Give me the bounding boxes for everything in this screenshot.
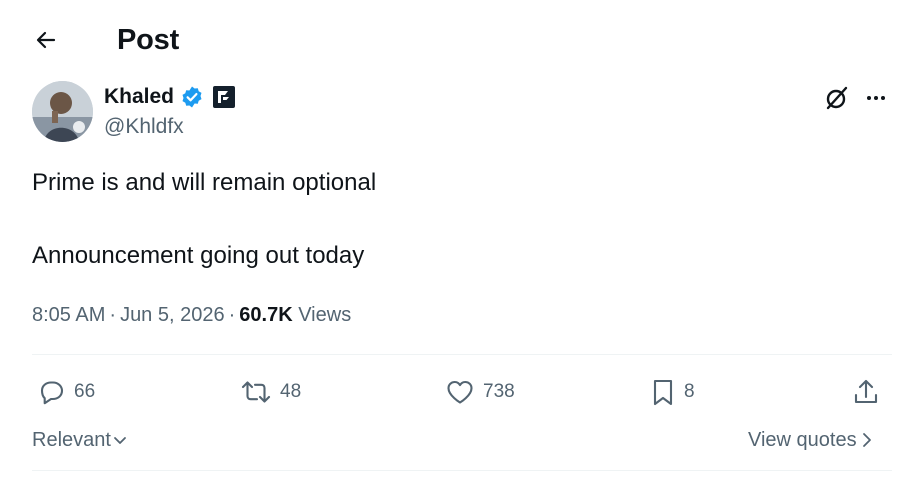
author-name-row: Khaled (104, 83, 236, 111)
divider (32, 354, 892, 355)
separator-dot: · (109, 304, 117, 326)
verified-badge-icon[interactable] (180, 85, 204, 109)
grok-button[interactable] (820, 82, 852, 114)
page-title: Post (117, 24, 180, 56)
more-options-button[interactable] (860, 82, 892, 114)
reply-count: 66 (74, 381, 96, 402)
post-text-line: Prime is and will remain optional (32, 169, 377, 196)
post-date[interactable]: Jun 5, 2026 (120, 301, 225, 329)
grok-icon (826, 86, 848, 110)
share-icon (854, 379, 878, 404)
divider (32, 470, 892, 471)
like-button[interactable]: 738 (445, 376, 515, 408)
reply-button[interactable]: 66 (38, 376, 95, 408)
bookmark-button[interactable]: 8 (650, 376, 695, 408)
chevron-right-icon (862, 433, 871, 447)
chevron-down-icon (114, 437, 126, 444)
post-time[interactable]: 8:05 AM (32, 301, 105, 329)
reply-icon (40, 381, 64, 405)
views-label: Views (298, 304, 352, 326)
author-display-name[interactable]: Khaled (104, 83, 174, 111)
post-metadata: 8:05 AM · Jun 5, 2026 · 60.7K Views (32, 301, 351, 329)
repost-icon (241, 381, 271, 403)
sort-replies-dropdown[interactable]: Relevant (32, 427, 127, 453)
repost-button[interactable]: 48 (240, 376, 301, 408)
view-quotes-label: View quotes (748, 429, 857, 451)
avatar[interactable] (32, 81, 93, 142)
more-icon (867, 96, 885, 100)
bookmark-icon (653, 379, 673, 406)
separator-dot: · (228, 304, 236, 326)
bookmark-count: 8 (684, 381, 695, 402)
heart-icon (447, 380, 473, 404)
sort-label: Relevant (32, 429, 111, 451)
affiliation-badge-icon[interactable] (212, 85, 236, 109)
like-count: 738 (483, 381, 515, 402)
views-count[interactable]: 60.7K (239, 301, 292, 329)
top-bar: Post (0, 0, 900, 78)
share-button[interactable] (852, 376, 880, 408)
arrow-left-icon (36, 31, 56, 49)
author-handle[interactable]: @Khldfx (104, 114, 184, 140)
post-text-line: Announcement going out today (32, 242, 365, 269)
back-button[interactable] (28, 22, 64, 58)
repost-count: 48 (280, 381, 302, 402)
view-quotes-link[interactable]: View quotes (748, 427, 873, 453)
